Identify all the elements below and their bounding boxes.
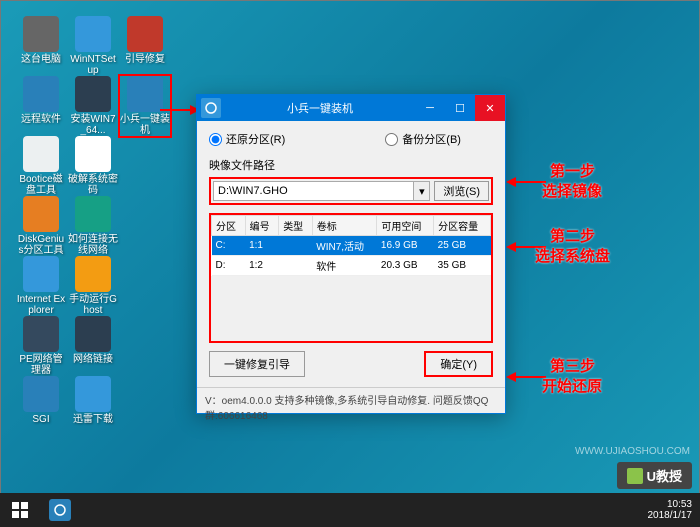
app-icon <box>75 376 111 412</box>
desktop-icon-远程软件[interactable]: 远程软件 <box>16 76 66 125</box>
table-row[interactable]: D:1:2软件20.3 GB35 GB <box>212 256 491 276</box>
status-bar: V：oem4.0.0.0 支持多种镜像,多系统引导自动修复. 问题反馈QQ群:6… <box>197 387 505 426</box>
logo-badge: U教授 <box>617 462 692 489</box>
column-header[interactable]: 编号 <box>245 216 279 236</box>
watermark: WWW.UJIAOSHOU.COM <box>575 446 690 457</box>
partition-table: 分区编号类型卷标可用空间分区容量 C:1:1WIN7,活动16.9 GB25 G… <box>209 213 493 343</box>
app-icon <box>75 256 111 292</box>
app-icon <box>23 256 59 292</box>
desktop-icon-DiskGenius分区工具[interactable]: DiskGenius分区工具 <box>16 196 66 256</box>
app-icon <box>75 76 111 112</box>
arrow-icon-to-window <box>160 100 200 120</box>
desktop-icon-网络链接[interactable]: 网络链接 <box>68 316 118 365</box>
step2-desc: 选择系统盘 <box>535 245 610 266</box>
desktop-icon-WinNTSetup[interactable]: WinNTSetup <box>68 16 118 76</box>
column-header[interactable]: 分区容量 <box>434 216 491 236</box>
desktop-icon-手动运行Ghost[interactable]: 手动运行Ghost <box>68 256 118 316</box>
restore-radio[interactable]: 还原分区(R) <box>209 131 285 147</box>
column-header[interactable]: 可用空间 <box>377 216 434 236</box>
app-icon <box>127 16 163 52</box>
tray-date: 2018/1/17 <box>648 510 693 521</box>
taskbar-app[interactable] <box>40 493 80 527</box>
app-icon <box>23 76 59 112</box>
logo-icon <box>627 468 643 484</box>
app-icon <box>23 316 59 352</box>
column-header[interactable]: 分区 <box>212 216 246 236</box>
minimize-button[interactable]: ─ <box>415 95 445 121</box>
desktop-icon-Internet Explorer[interactable]: Internet Explorer <box>16 256 66 316</box>
tray-time: 10:53 <box>648 499 693 510</box>
desktop-icon-SGI[interactable]: SGI <box>16 376 66 425</box>
desktop-icon-引导修复[interactable]: 引导修复 <box>120 16 170 65</box>
desktop-icon-迅雷下载[interactable]: 迅雷下载 <box>68 376 118 425</box>
start-button[interactable] <box>0 493 40 527</box>
app-icon <box>75 196 111 232</box>
arrow-step3 <box>506 370 546 384</box>
window-title: 小兵一键装机 <box>225 100 415 116</box>
step1-title: 第一步 <box>550 160 595 181</box>
taskbar: 10:53 2018/1/17 <box>0 493 700 527</box>
system-tray[interactable]: 10:53 2018/1/17 <box>640 499 700 521</box>
table-row[interactable]: C:1:1WIN7,活动16.9 GB25 GB <box>212 236 491 256</box>
step2-title: 第二步 <box>550 225 595 246</box>
column-header[interactable]: 卷标 <box>312 216 377 236</box>
step1-desc: 选择镜像 <box>542 180 602 201</box>
column-header[interactable]: 类型 <box>279 216 313 236</box>
app-icon <box>201 98 221 118</box>
desktop-icon-PE网络管理器[interactable]: PE网络管理器 <box>16 316 66 376</box>
close-button[interactable]: ✕ <box>475 95 505 121</box>
desktop-icon-这台电脑[interactable]: 这台电脑 <box>16 16 66 65</box>
maximize-button[interactable]: ☐ <box>445 95 475 121</box>
app-icon <box>75 316 111 352</box>
app-icon <box>127 76 163 112</box>
arrow-step1 <box>506 175 546 189</box>
app-icon <box>23 136 59 172</box>
step3-desc: 开始还原 <box>542 375 602 396</box>
image-path-input[interactable] <box>214 182 413 200</box>
backup-radio[interactable]: 备份分区(B) <box>385 131 461 147</box>
app-icon <box>23 196 59 232</box>
desktop-icon-破解系统密码[interactable]: 破解系统密码 <box>68 136 118 196</box>
repair-boot-button[interactable]: 一键修复引导 <box>209 351 305 377</box>
step3-title: 第三步 <box>550 355 595 376</box>
ok-button[interactable]: 确定(Y) <box>424 351 493 377</box>
image-path-combo[interactable]: ▾ <box>213 181 430 201</box>
dropdown-icon[interactable]: ▾ <box>413 182 429 200</box>
titlebar: 小兵一键装机 ─ ☐ ✕ <box>197 95 505 121</box>
desktop-icon-安装WIN7_64...[interactable]: 安装WIN7_64... <box>68 76 118 136</box>
app-icon <box>75 136 111 172</box>
desktop-icon-如何连接无线网络[interactable]: 如何连接无线网络 <box>68 196 118 256</box>
browse-button[interactable]: 浏览(S) <box>434 181 489 201</box>
desktop-icon-Bootice磁盘工具[interactable]: Bootice磁盘工具 <box>16 136 66 196</box>
app-icon <box>23 376 59 412</box>
path-label: 映像文件路径 <box>209 157 493 173</box>
app-icon <box>23 16 59 52</box>
app-window: 小兵一键装机 ─ ☐ ✕ 还原分区(R) 备份分区(B) 映像文件路径 ▾ 浏览… <box>196 94 506 414</box>
app-icon <box>75 16 111 52</box>
